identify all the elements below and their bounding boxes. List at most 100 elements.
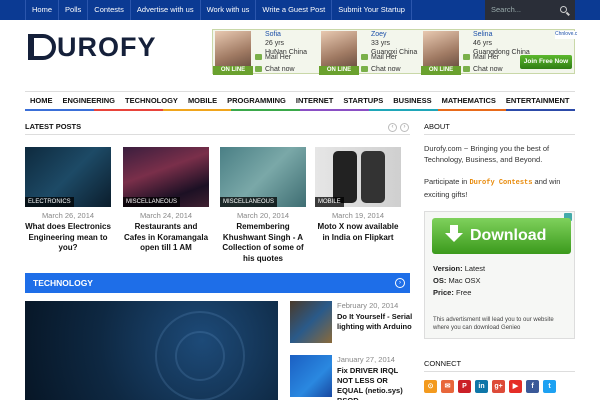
contests-link[interactable]: Durofy Contests [469,179,532,187]
category-label[interactable]: MISCELLANEOUS [220,197,278,207]
googleplus-icon[interactable]: g+ [492,380,505,393]
participate-pre: Participate in [424,177,470,186]
post-title[interactable]: Fix DRIVER IRQL NOT LESS OR EQUAL (netio… [337,366,415,400]
logo-text: UROFY [57,32,157,62]
online-badge: ON LINE [213,66,253,75]
post-thumbnail[interactable] [290,355,332,397]
price-value: Free [455,288,472,297]
logo-d-mark [28,34,56,60]
nav-startups[interactable]: STARTUPS [338,92,388,109]
category-label[interactable]: MISCELLANEOUS [123,197,181,207]
color-segment [506,109,575,111]
email-icon[interactable]: ✉ [441,380,454,393]
post-date: March 19, 2014 [331,211,385,220]
chat-now-link[interactable]: Chat now [361,65,401,75]
post-card[interactable]: MOBILE March 19, 2014 Moto X now availab… [315,147,401,243]
about-header: ABOUT [424,120,575,135]
version-label: Version: [433,264,463,273]
site-logo[interactable]: UROFY [28,33,157,61]
chat-now-link[interactable]: Chat now [255,65,295,75]
search-icon[interactable] [560,6,567,13]
ad-age: 26 yrs [265,40,285,47]
topnav-polls[interactable]: Polls [59,0,89,20]
post-thumbnail[interactable]: MISCELLANEOUS [123,147,209,207]
phone-image [333,151,357,203]
technology-header[interactable]: TECHNOLOGY › [25,273,410,293]
facebook-icon[interactable]: f [526,380,539,393]
top-bar: Home Polls Contests Advertise with us Wo… [0,0,600,20]
ad-age: 33 yrs [371,40,391,47]
topnav-advertise[interactable]: Advertise with us [131,0,201,20]
nav-programming[interactable]: PROGRAMMING [222,92,291,109]
post-card[interactable]: MISCELLANEOUS March 24, 2014 Restaurants… [123,147,209,254]
ad-person[interactable]: ON LINE Sofia 26 yrs HuNan China Mail He… [213,30,323,75]
post-date: January 27, 2014 [337,355,395,364]
prev-arrow-icon[interactable]: ‹ [388,123,397,132]
phone-image [361,151,385,203]
participate-text: Participate in Durofy Contests and win e… [424,176,575,200]
post-card[interactable]: MISCELLANEOUS March 20, 2014 Remembering… [220,147,306,264]
post-thumbnail[interactable]: ELECTRONICS [25,147,111,207]
rss-icon[interactable]: ⊙ [424,380,437,393]
online-badge: ON LINE [421,66,461,75]
post-thumbnail[interactable]: MOBILE [315,147,401,207]
nav-mobile[interactable]: MOBILE [183,92,222,109]
topnav-submit-startup[interactable]: Submit Your Startup [332,0,412,20]
post-title[interactable]: What does Electronics Engineering mean t… [25,222,111,254]
join-free-button[interactable]: Join Free Now [520,55,572,69]
mail-her-link[interactable]: Mail Her [361,53,397,63]
ad-name: Zoey [371,31,387,38]
pinterest-icon[interactable]: P [458,380,471,393]
post-thumbnail[interactable] [290,301,332,343]
ad-banner[interactable]: ON LINE Sofia 26 yrs HuNan China Mail He… [212,29,577,75]
post-date: March 24, 2014 [139,211,193,220]
download-button[interactable]: Download [432,218,571,254]
color-segment [368,109,438,111]
chat-now-link[interactable]: Chat now [463,65,503,75]
latest-posts-header: LATEST POSTS ‹ › [25,120,410,135]
ad-name: Selina [473,31,493,38]
post-card[interactable]: ELECTRONICS March 26, 2014 What does Ele… [25,147,111,254]
post-title[interactable]: Remembering Khushwant Singh - A Collecti… [220,222,306,264]
nav-internet[interactable]: INTERNET [291,92,339,109]
arrow-right-icon[interactable]: › [395,278,405,288]
topnav-guest-post[interactable]: Write a Guest Post [256,0,333,20]
topnav-work[interactable]: Work with us [201,0,257,20]
category-label[interactable]: ELECTRONICS [25,197,74,207]
download-ad[interactable]: Download Version: Latest OS: Mac OSX Pri… [424,211,575,339]
os-label: OS: [433,276,447,285]
color-segment [300,109,369,111]
topnav-contests[interactable]: Contests [88,0,131,20]
nav-business[interactable]: BUSINESS [388,92,436,109]
post-title[interactable]: Do It Yourself - Serial lighting with Ar… [337,312,415,332]
nav-technology[interactable]: TECHNOLOGY [120,92,183,109]
post-title[interactable]: Moto X now available in India on Flipkar… [315,222,401,243]
nav-entertainment[interactable]: ENTERTAINMENT [501,92,575,109]
online-badge: ON LINE [319,66,359,75]
post-date: March 26, 2014 [41,211,95,220]
os-row: OS: Mac OSX [433,276,481,286]
nav-engineering[interactable]: ENGINEERING [58,92,121,109]
price-label: Price: [433,288,454,297]
ad-person[interactable]: ON LINE Selina 46 yrs Guangdong China Ma… [421,30,531,75]
decor-ring [175,331,225,381]
color-segment [231,109,300,111]
post-title[interactable]: Restaurants and Cafes in Koramangala ope… [123,222,209,254]
category-label[interactable]: MOBILE [315,197,344,207]
nav-home[interactable]: HOME [25,92,58,109]
mail-her-link[interactable]: Mail Her [463,53,499,63]
about-text: Durofy.com ~ Bringing you the best of Te… [424,144,550,164]
post-thumbnail[interactable]: MISCELLANEOUS [220,147,306,207]
topnav-home[interactable]: Home [25,0,60,20]
nav-mathematics[interactable]: MATHEMATICS [437,92,501,109]
twitter-icon[interactable]: t [543,380,556,393]
linkedin-icon[interactable]: in [475,380,488,393]
youtube-icon[interactable]: ▶ [509,380,522,393]
mail-her-link[interactable]: Mail Her [255,53,291,63]
featured-image[interactable] [25,301,278,400]
price-row: Price: Free [433,288,471,298]
next-arrow-icon[interactable]: › [400,123,409,132]
ad-person[interactable]: ON LINE Zoey 33 yrs Guangxi China Mail H… [319,30,429,75]
download-arrow-icon [444,225,464,247]
main-nav: HOME ENGINEERING TECHNOLOGY MOBILE PROGR… [25,91,575,110]
